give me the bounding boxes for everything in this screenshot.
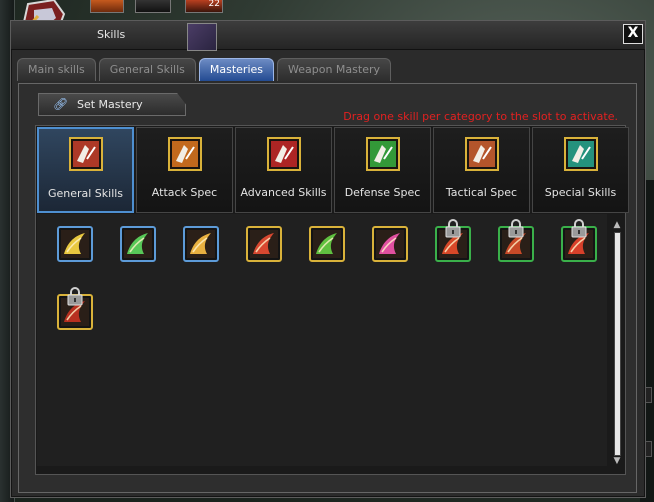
- category-label: Defense Spec: [344, 186, 421, 199]
- white-red-claw-icon: [69, 137, 103, 171]
- skills-window: Skills X Main skills General Skills Mast…: [10, 20, 646, 498]
- category-bar: General Skills Attack Spec Advanced Skills…: [37, 127, 629, 213]
- quickslot-count: 22: [208, 0, 220, 9]
- red-blade-icon: [267, 137, 301, 171]
- tab-masteries[interactable]: Masteries: [198, 58, 274, 81]
- category-label: Tactical Spec: [445, 186, 518, 199]
- category-label: Advanced Skills: [240, 186, 327, 199]
- red-white-claw-icon: [246, 226, 282, 262]
- tab-general-skills[interactable]: General Skills: [98, 58, 196, 81]
- mastery-frame: General Skills Attack Spec Advanced Skills…: [35, 125, 629, 475]
- category-label: Attack Spec: [151, 186, 218, 199]
- skill-slot[interactable]: [372, 226, 408, 262]
- yellow-wing-icon: [57, 226, 93, 262]
- category-special-skills[interactable]: Special Skills: [532, 127, 629, 213]
- pink-star-burst-icon: [372, 226, 408, 262]
- teal-aura-icon: [564, 137, 598, 171]
- close-button[interactable]: X: [623, 24, 643, 44]
- skill-slot[interactable]: [498, 219, 534, 262]
- skill-slot[interactable]: [561, 219, 597, 262]
- link-icon: 🔗︎: [53, 97, 69, 111]
- green-white-claw-icon: [309, 226, 345, 262]
- category-label: General Skills: [47, 187, 124, 200]
- lock-icon: [571, 218, 587, 238]
- skill-grid: [37, 214, 607, 466]
- scroll-track[interactable]: [614, 232, 621, 456]
- orange-fire-slash-icon: [168, 137, 202, 171]
- tab-main-skills[interactable]: Main skills: [17, 58, 96, 81]
- hud-quickslot[interactable]: [135, 0, 171, 13]
- set-mastery-label: Set Mastery: [77, 98, 143, 111]
- category-tactical-spec[interactable]: Tactical Spec: [433, 127, 530, 213]
- skill-book-icon: [187, 23, 217, 51]
- hud-quickslot[interactable]: 22: [185, 0, 223, 13]
- skill-slot[interactable]: [183, 226, 219, 262]
- lock-icon: [67, 286, 83, 306]
- category-defense-spec[interactable]: Defense Spec: [334, 127, 431, 213]
- window-titlebar[interactable]: Skills X: [11, 21, 645, 51]
- golden-burst-icon: [183, 226, 219, 262]
- scroll-up-icon[interactable]: ▲: [611, 220, 623, 230]
- armored-figure-icon: [465, 137, 499, 171]
- masteries-panel: 🔗︎ Set Mastery Drag one skill per catego…: [18, 83, 637, 493]
- hud-quickslot[interactable]: [90, 0, 124, 13]
- instruction-text: Drag one skill per category to the slot …: [343, 110, 618, 123]
- category-advanced-skills[interactable]: Advanced Skills: [235, 127, 332, 213]
- scroll-thumb[interactable]: [615, 233, 620, 455]
- tab-weapon-mastery[interactable]: Weapon Mastery: [277, 58, 391, 81]
- skill-slot[interactable]: [309, 226, 345, 262]
- category-general-skills[interactable]: General Skills: [37, 127, 134, 213]
- skill-slot[interactable]: [57, 287, 93, 330]
- category-attack-spec[interactable]: Attack Spec: [136, 127, 233, 213]
- skill-slot[interactable]: [57, 226, 93, 262]
- green-swirl-icon: [366, 137, 400, 171]
- skill-scrollbar[interactable]: ▲ ▼: [611, 220, 623, 466]
- green-wing-icon: [120, 226, 156, 262]
- skill-slot[interactable]: [435, 219, 471, 262]
- skill-slot[interactable]: [120, 226, 156, 262]
- lock-icon: [445, 218, 461, 238]
- skill-slot[interactable]: [246, 226, 282, 262]
- category-label: Special Skills: [544, 186, 617, 199]
- set-mastery-heading: 🔗︎ Set Mastery: [38, 93, 186, 116]
- scroll-down-icon[interactable]: ▼: [611, 456, 623, 466]
- lock-icon: [508, 218, 524, 238]
- window-title: Skills: [97, 28, 126, 41]
- skills-tabs: Main skills General Skills Masteries Wea…: [17, 58, 391, 81]
